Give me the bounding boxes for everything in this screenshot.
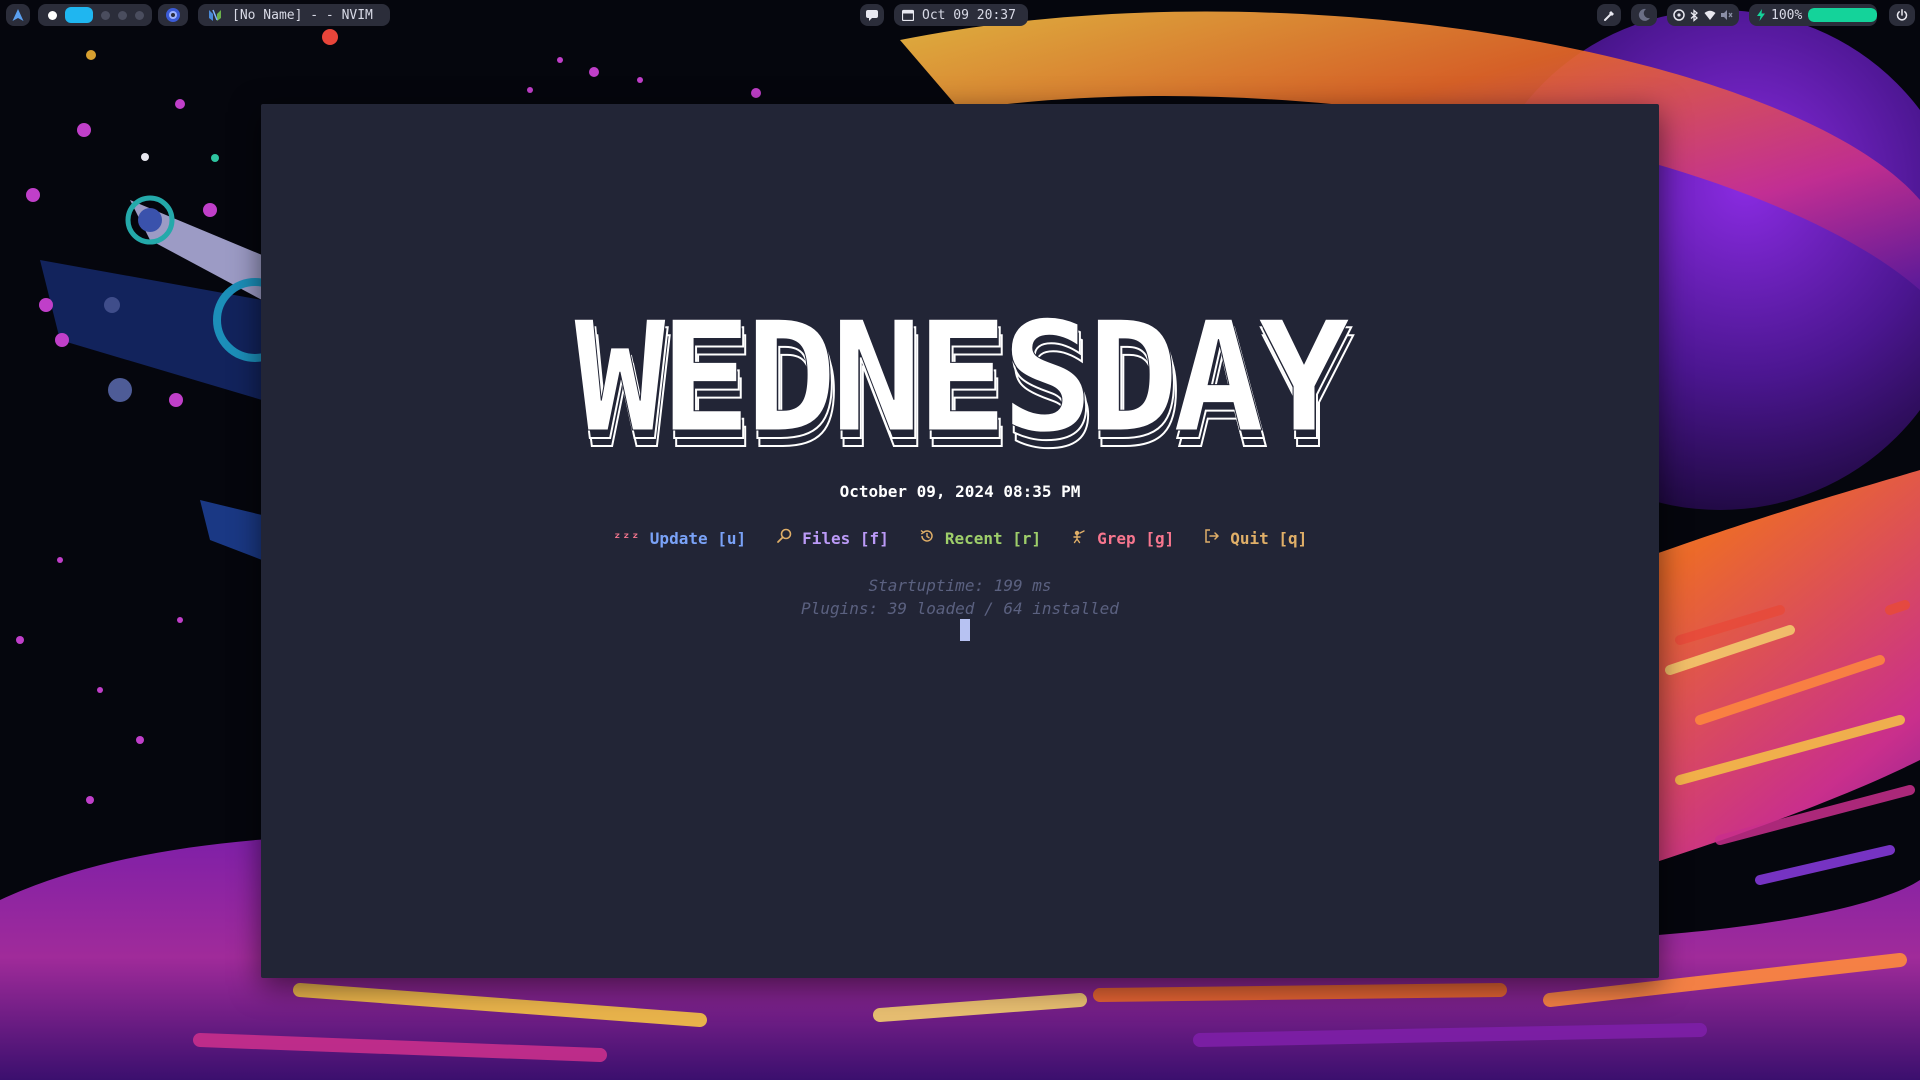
app-launcher-button[interactable] <box>6 4 30 26</box>
battery-bar <box>1808 8 1877 22</box>
workspace-4[interactable] <box>118 10 127 20</box>
dashboard-actions: ᶻᶻᶻ Update [u] Files [f] Recent [r] Grep… <box>261 528 1659 548</box>
system-status[interactable] <box>1667 4 1739 26</box>
grep-icon <box>1071 528 1087 548</box>
startuptime-text: Startuptime: 199 ms <box>868 576 1052 595</box>
files-action[interactable]: Files [f] <box>776 528 889 548</box>
bluetooth-icon <box>1689 8 1699 22</box>
workspace-switcher <box>38 4 152 26</box>
quit-action[interactable]: Quit [q] <box>1204 528 1307 548</box>
clock[interactable]: Oct 09 20:37 <box>894 4 1028 26</box>
banner-text: WEDNESDAY <box>574 289 1349 466</box>
workspace-2-active[interactable] <box>65 7 93 23</box>
color-picker-icon <box>1603 9 1616 22</box>
volume-mute-icon <box>1720 9 1733 21</box>
files-label: Files [f] <box>802 528 889 548</box>
search-icon <box>776 528 792 548</box>
arch-logo-icon <box>12 9 24 21</box>
battery-indicator[interactable]: 100% <box>1749 4 1877 26</box>
window-title-text: [No Name] - - NVIM <box>232 7 373 23</box>
battery-bar-fill <box>1808 8 1877 22</box>
notifications-button[interactable] <box>860 4 884 26</box>
grep-label: Grep [g] <box>1097 528 1175 548</box>
color-picker-button[interactable] <box>1597 4 1621 26</box>
workspace-1[interactable] <box>48 10 57 20</box>
battery-percent: 100% <box>1771 7 1803 23</box>
dashboard-stats: Startuptime: 199 ms Plugins: 39 loaded /… <box>261 574 1659 620</box>
grep-action[interactable]: Grep [g] <box>1071 528 1174 548</box>
quit-icon <box>1204 528 1220 548</box>
workspace-3[interactable] <box>101 10 110 20</box>
recent-label: Recent [r] <box>944 528 1042 548</box>
power-icon <box>1896 9 1908 21</box>
browser-icon <box>165 7 181 23</box>
chat-bubble-icon <box>865 8 879 22</box>
dashboard-datetime: October 09, 2024 08:35 PM <box>839 482 1081 501</box>
wifi-icon <box>1704 10 1716 21</box>
calendar-icon <box>902 9 914 21</box>
quit-label: Quit [q] <box>1230 528 1308 548</box>
top-bar: [No Name] - - NVIM Oct 09 20:37 100% <box>0 0 1920 32</box>
history-icon <box>919 528 935 548</box>
window-title[interactable]: [No Name] - - NVIM <box>198 4 390 26</box>
banner-shadow-inner: WEDNESDAY <box>576 297 1351 474</box>
plugins-text: Plugins: 39 loaded / 64 installed <box>801 599 1119 618</box>
power-button[interactable] <box>1889 4 1915 26</box>
recent-action[interactable]: Recent [r] <box>919 528 1041 548</box>
charging-bolt-icon <box>1757 9 1765 21</box>
banner-shadow-outer: WEDNESDAY <box>578 305 1353 482</box>
night-light-icon <box>1637 8 1651 22</box>
text-cursor <box>960 619 970 641</box>
clock-text: Oct 09 20:37 <box>922 7 1016 23</box>
update-zzz-icon: ᶻᶻᶻ <box>612 529 640 547</box>
update-label: Update [u] <box>649 528 747 548</box>
neovim-icon <box>208 8 222 22</box>
active-app-button[interactable] <box>158 4 188 26</box>
update-action[interactable]: ᶻᶻᶻ Update [u] <box>613 528 746 548</box>
workspace-5[interactable] <box>135 10 144 20</box>
network-icon <box>1673 9 1685 21</box>
nvim-window[interactable]: WEDNESDAY WEDNESDAY WEDNESDAY October 09… <box>261 104 1659 978</box>
night-light-button[interactable] <box>1631 4 1657 26</box>
